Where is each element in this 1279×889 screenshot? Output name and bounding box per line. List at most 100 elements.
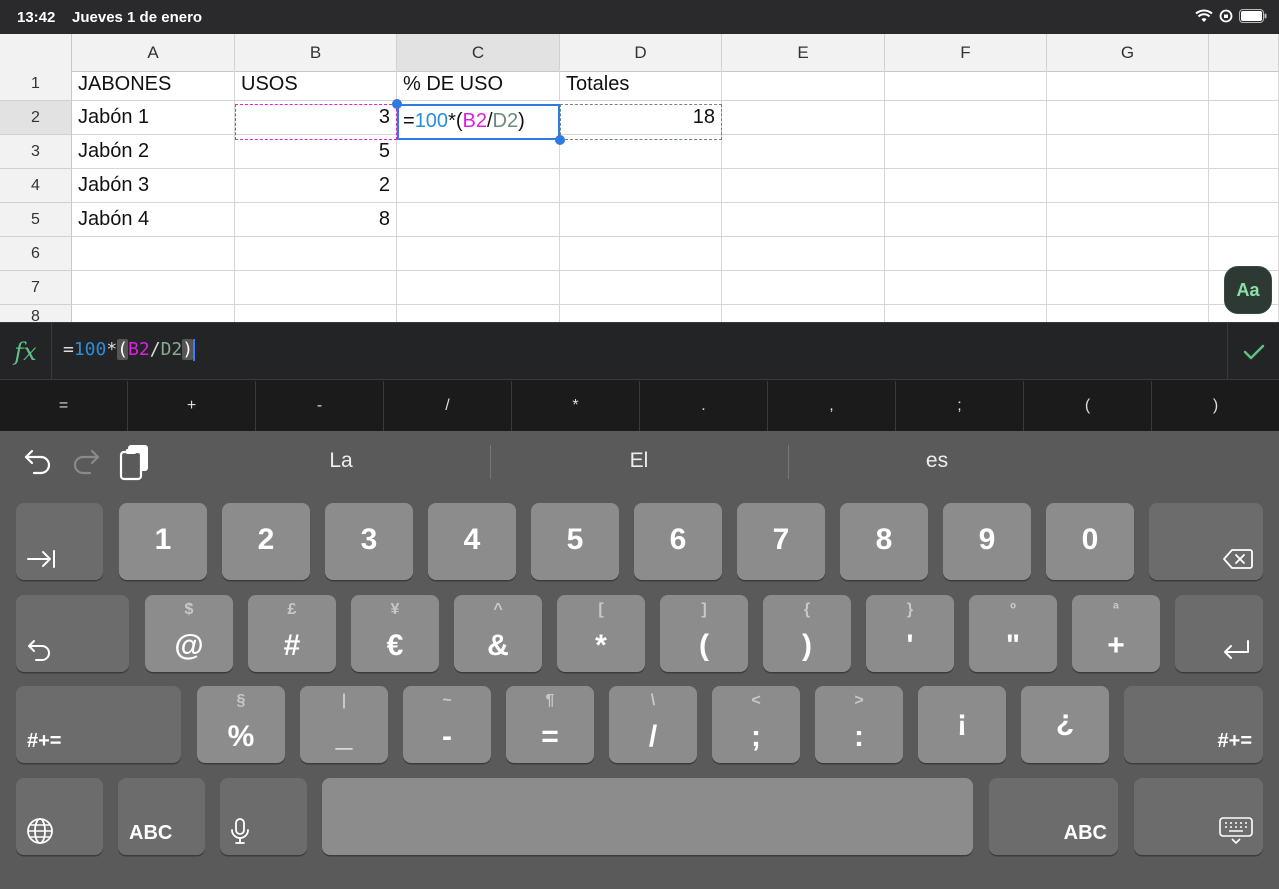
operator-key[interactable]: * <box>512 381 640 431</box>
cell-b5[interactable]: 8 <box>235 203 397 237</box>
cell-b4[interactable]: 2 <box>235 169 397 203</box>
cell-a6[interactable] <box>72 237 235 271</box>
globe-key[interactable] <box>16 778 103 855</box>
operator-key[interactable]: . <box>640 381 768 431</box>
cell-d7[interactable] <box>560 271 722 305</box>
redo-icon[interactable] <box>70 445 102 477</box>
cell-b8[interactable] <box>235 305 397 322</box>
more-symbols-right-key[interactable]: #+= <box>1124 686 1263 763</box>
symbol-key[interactable]: \ / <box>609 686 697 763</box>
suggestion-3[interactable]: es <box>788 449 1086 473</box>
cell-h5[interactable] <box>1209 203 1279 237</box>
cell-g8[interactable] <box>1047 305 1209 322</box>
cell-e4[interactable] <box>722 169 885 203</box>
operator-key[interactable]: ; <box>896 381 1024 431</box>
cell-f6[interactable] <box>885 237 1047 271</box>
spreadsheet-grid[interactable]: ABCDEFG 12345678 JABONES USOS% DE USO Tota… <box>0 34 1279 322</box>
undo-icon[interactable] <box>22 445 54 477</box>
cell-d4[interactable] <box>560 169 722 203</box>
cell-e5[interactable] <box>722 203 885 237</box>
cell-a2[interactable]: Jabón 1 <box>72 101 235 135</box>
cell-c8[interactable] <box>397 305 560 322</box>
cell-e7[interactable] <box>722 271 885 305</box>
number-key-0[interactable]: 0 <box>1046 503 1134 580</box>
cell-b2[interactable]: 3 <box>235 101 397 135</box>
cell-h1[interactable] <box>1209 68 1279 101</box>
row-header-4[interactable]: 4 <box>0 169 72 203</box>
cell-f5[interactable] <box>885 203 1047 237</box>
cell-c6[interactable] <box>397 237 560 271</box>
symbol-key[interactable]: $ @ <box>145 595 233 672</box>
column-header-f[interactable]: F <box>885 34 1047 72</box>
symbol-key[interactable]: {) <box>763 595 851 672</box>
symbol-key[interactable]: ¶ = <box>506 686 594 763</box>
row-header-5[interactable]: 5 <box>0 203 72 237</box>
row-header-3[interactable]: 3 <box>0 135 72 169</box>
symbol-key[interactable]: [* <box>557 595 645 672</box>
selection-handle-top[interactable] <box>392 99 402 109</box>
tab-key[interactable] <box>16 503 103 580</box>
cell-h3[interactable] <box>1209 135 1279 169</box>
abc-right-key[interactable]: ABC <box>989 778 1118 855</box>
undo-key[interactable] <box>16 595 129 672</box>
suggestion-2[interactable]: El <box>490 449 788 473</box>
cell-f2[interactable] <box>885 101 1047 135</box>
symbol-key[interactable]: } ' <box>866 595 954 672</box>
cell-h2[interactable] <box>1209 101 1279 135</box>
column-header-g[interactable]: G <box>1047 34 1209 72</box>
symbol-key[interactable]: ~ - <box>403 686 491 763</box>
cell-a1[interactable]: JABONES <box>72 68 235 101</box>
accept-formula-button[interactable] <box>1227 323 1279 380</box>
selection-handle-bottom[interactable] <box>555 135 565 145</box>
cell-e2[interactable] <box>722 101 885 135</box>
column-header-h[interactable] <box>1209 34 1279 72</box>
row-header-1[interactable]: 1 <box>0 68 72 101</box>
cell-c4[interactable] <box>397 169 560 203</box>
cell-c1[interactable]: % DE USO <box>397 68 560 101</box>
number-key-6[interactable]: 6 <box>634 503 722 580</box>
number-key-8[interactable]: 8 <box>840 503 928 580</box>
cell-f3[interactable] <box>885 135 1047 169</box>
cell-a3[interactable]: Jabón 2 <box>72 135 235 169</box>
number-key-7[interactable]: 7 <box>737 503 825 580</box>
cell-e8[interactable] <box>722 305 885 322</box>
cell-g7[interactable] <box>1047 271 1209 305</box>
paste-icon[interactable] <box>118 443 152 481</box>
cell-a7[interactable] <box>72 271 235 305</box>
operator-key[interactable]: = <box>0 381 128 431</box>
dismiss-keyboard-key[interactable] <box>1134 778 1263 855</box>
column-header-b[interactable]: B <box>235 34 397 72</box>
symbol-key[interactable]: £ # <box>248 595 336 672</box>
symbol-key[interactable]: ¡ <box>918 686 1006 763</box>
cell-h4[interactable] <box>1209 169 1279 203</box>
cell-d8[interactable] <box>560 305 722 322</box>
row-header-2[interactable]: 2 <box>0 101 72 135</box>
number-key-2[interactable]: 2 <box>222 503 310 580</box>
cell-d3[interactable] <box>560 135 722 169</box>
cell-a5[interactable]: Jabón 4 <box>72 203 235 237</box>
cell-f1[interactable] <box>885 68 1047 101</box>
formula-input[interactable]: =100*(B2/D2) <box>63 339 196 361</box>
suggestion-1[interactable]: La <box>192 449 490 473</box>
operator-key[interactable]: + <box>128 381 256 431</box>
operator-key[interactable]: , <box>768 381 896 431</box>
symbol-key[interactable]: §% <box>197 686 285 763</box>
cell-d5[interactable] <box>560 203 722 237</box>
number-key-3[interactable]: 3 <box>325 503 413 580</box>
cell-g6[interactable] <box>1047 237 1209 271</box>
fx-icon[interactable]: fx <box>0 323 52 380</box>
symbol-key[interactable]: ¿ <box>1021 686 1109 763</box>
operator-key[interactable]: / <box>384 381 512 431</box>
cell-b7[interactable] <box>235 271 397 305</box>
row-header-7[interactable]: 7 <box>0 271 72 305</box>
cell-e6[interactable] <box>722 237 885 271</box>
cell-f8[interactable] <box>885 305 1047 322</box>
symbol-key[interactable]: º " <box>969 595 1057 672</box>
symbol-key[interactable]: <; <box>712 686 800 763</box>
space-key[interactable] <box>322 778 973 855</box>
formula-bar[interactable]: fx =100*(B2/D2) <box>0 322 1279 380</box>
symbol-key[interactable]: ]( <box>660 595 748 672</box>
cell-b1[interactable]: USOS <box>235 68 397 101</box>
cell-d2[interactable]: 18 <box>560 101 722 135</box>
abc-left-key[interactable]: ABC <box>118 778 205 855</box>
